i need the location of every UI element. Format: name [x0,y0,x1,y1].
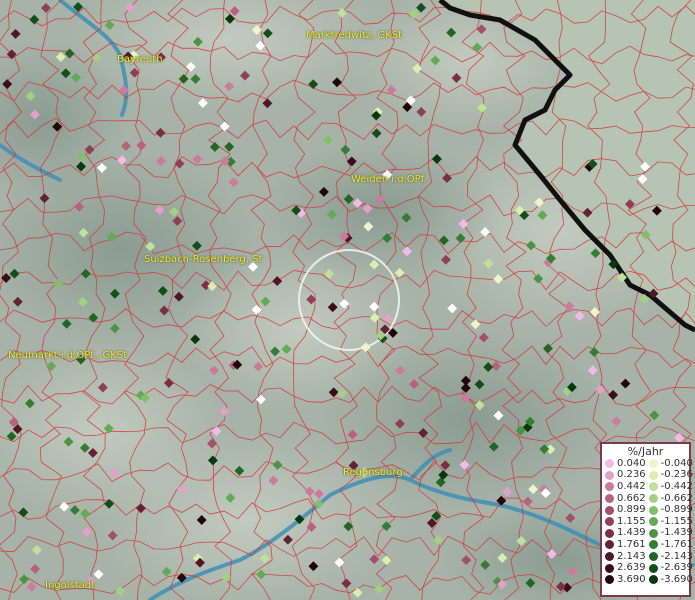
legend-row: 0.236 -0.236 [602,469,693,482]
legend-swatch [648,505,658,515]
legend-row: 3.690 -3.690 [602,573,693,586]
legend-row: 2.639 -2.639 [602,562,693,574]
legend-title: %/Jahr [627,445,664,458]
legend-value: -1.439 [660,527,693,539]
legend-value: -0.899 [660,504,693,516]
legend-value: -0.040 [660,457,693,469]
legend-swatch [605,517,614,527]
legend-swatch [648,552,658,562]
legend-swatch [605,540,614,550]
legend-value: -0.442 [660,480,693,492]
legend-row: 1.155 -1.155 [602,515,693,528]
legend-value: 2.143 [617,550,646,562]
legend-swatch [605,528,614,538]
legend-value: 1.439 [617,527,646,539]
legend-value: 1.155 [617,515,646,527]
legend-entry-negative: -0.662 [646,492,693,504]
city-label-ingolstadt[interactable]: Ingolstadt [45,580,95,591]
legend-swatch [605,470,614,480]
legend-entry-positive: 1.439 [602,528,646,538]
legend-entry-positive: 2.143 [602,550,646,562]
legend-value: 0.236 [617,469,646,481]
legend-entry-negative: -1.439 [646,527,693,539]
city-label-marktredwitz[interactable]: Marktredwitz, GKSt [306,30,402,41]
legend-row: 1.761 -1.761 [602,538,693,551]
legend-row: 2.143 -2.143 [602,550,693,563]
legend-rows: 0.040 -0.040 0.236 -0.236 0.442 -0.442 0.662 -0… [602,457,693,586]
legend-value: 0.899 [617,504,646,516]
legend-swatch [648,482,658,492]
legend-swatch [648,470,658,480]
legend-entry-positive: 0.899 [602,505,646,515]
legend-swatch [605,563,614,573]
legend-swatch [648,459,658,469]
legend-value: -3.690 [660,573,693,585]
legend-value: 0.662 [617,492,646,504]
legend-row: 0.662 -0.662 [602,492,693,505]
legend-row: 0.899 -0.899 [602,504,693,516]
legend-entry-negative: -3.690 [646,573,693,585]
legend-entry-negative: -0.899 [646,504,693,516]
legend-entry-positive: 0.662 [602,492,646,504]
legend-entry-positive: 0.040 [602,457,646,469]
legend-swatch [605,482,614,492]
legend-entry-positive: 0.442 [602,480,646,492]
legend-value: -1.155 [660,515,693,527]
legend-row: 1.439 -1.439 [602,527,693,540]
legend-entry-positive: 1.761 [602,538,646,550]
legend-entry-negative: -1.761 [646,538,693,550]
city-label-weiden[interactable]: Weiden i.d.OPf. [351,174,427,185]
legend-row: 0.442 -0.442 [602,480,693,493]
legend-value: 2.639 [617,562,646,574]
legend-entry-positive: 2.639 [602,563,646,573]
legend-value: 3.690 [617,573,646,585]
legend-entry-negative: -0.442 [646,480,693,492]
legend-swatch [648,528,658,538]
map-view[interactable] [0,0,695,600]
legend-entry-negative: -0.040 [646,457,693,469]
city-label-regensburg[interactable]: Regensburg [343,467,403,478]
legend-entry-negative: -2.143 [646,550,693,562]
legend-entry-negative: -1.155 [646,515,693,527]
legend-value: -2.143 [660,550,693,562]
legend-row: 0.040 -0.040 [602,457,693,470]
legend-value: -1.761 [660,538,693,550]
legend-entry-negative: -2.639 [646,562,693,574]
legend-value: -0.662 [660,492,693,504]
legend-value: 1.761 [617,538,646,550]
legend-swatch [605,494,614,504]
city-label-neumarkt[interactable]: Neumarkt i.d.OPf., GKSt [8,350,127,361]
legend-entry-negative: -0.236 [646,469,693,481]
legend-swatch [648,575,658,585]
legend-entry-positive: 1.155 [602,515,646,527]
legend-entry-positive: 3.690 [602,573,646,585]
legend-value: 0.040 [617,457,646,469]
legend-value: -2.639 [660,562,693,574]
legend-swatch [605,505,614,515]
legend-value: -0.236 [660,469,693,481]
legend-swatch [648,494,658,504]
legend-swatch [605,575,614,585]
legend-entry-positive: 0.236 [602,470,646,480]
legend-value: 0.442 [617,480,646,492]
legend-swatch [605,552,614,562]
legend-swatch [605,459,614,469]
city-label-sulzbach-rosenberg[interactable]: Sulzbach-Rosenberg, St [144,254,262,265]
map-legend: %/Jahr 0.040 -0.040 0.236 -0.236 0.442 -0.442… [600,442,693,597]
legend-swatch [648,563,658,573]
legend-swatch [648,540,658,550]
legend-swatch [648,517,658,527]
city-label-bayreuth[interactable]: Bayreuth [117,54,163,65]
